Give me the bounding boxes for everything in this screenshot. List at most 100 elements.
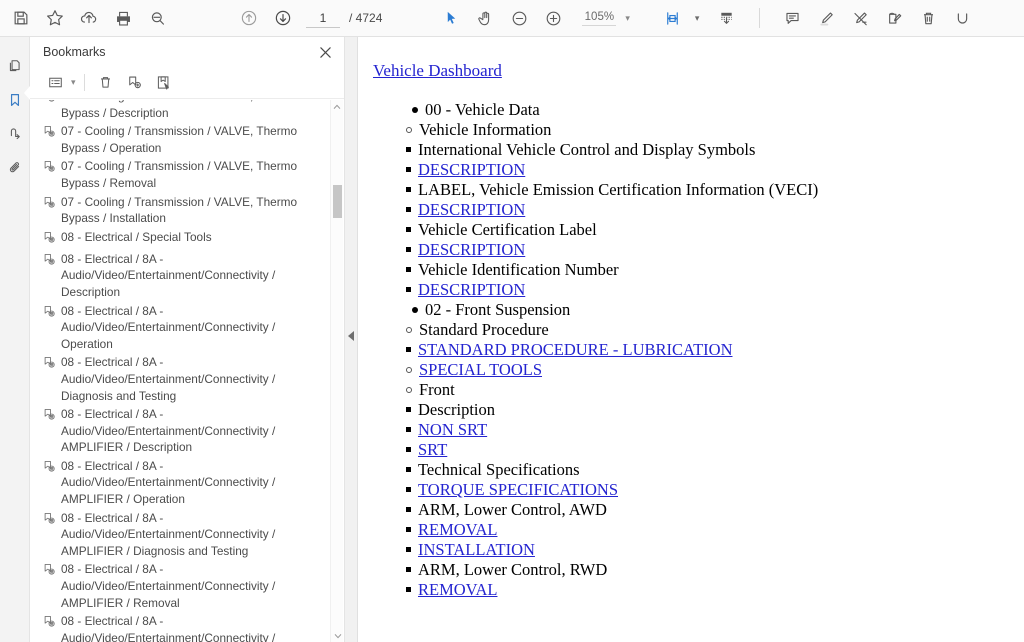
sidebar-item-pages[interactable] (1, 49, 29, 83)
outline-item: DESCRIPTION (372, 160, 1024, 180)
delete-button[interactable] (911, 3, 945, 33)
bookmarks-scrollbar[interactable] (330, 100, 343, 642)
favorite-button[interactable] (38, 3, 72, 33)
bookmark-options-chevron-icon[interactable]: ▾ (71, 78, 76, 87)
list-bullet-icon (406, 567, 411, 572)
bookmark-item[interactable]: 07 - Cooling / Transmission / VALVE, The… (30, 193, 345, 228)
outline-link[interactable]: DESCRIPTION (418, 240, 525, 260)
pan-tool-button[interactable] (468, 3, 502, 33)
outline-sublist: DESCRIPTION (372, 280, 1024, 300)
outline-item: DESCRIPTION (372, 280, 1024, 300)
bookmark-item[interactable]: 08 - Electrical / 8A - Audio/Video/Enter… (30, 560, 345, 612)
page-navigation-group: / 4724 (232, 3, 382, 33)
bookmark-item[interactable]: 08 - Electrical / 8A - Audio/Video/Enter… (30, 612, 345, 642)
outline-sublist: REMOVAL INSTALLATION (372, 520, 1024, 560)
outline-item: STANDARD PROCEDURE - LUBRICATION (372, 340, 1024, 360)
fit-tools-group: ▾ (656, 3, 744, 33)
next-page-button[interactable] (266, 3, 300, 33)
outline-item: ARM, Lower Control, RWD REMOVAL (372, 560, 1024, 600)
fit-chevron-down-icon[interactable]: ▾ (695, 13, 700, 23)
outline-link[interactable]: DESCRIPTION (418, 160, 525, 180)
erase-button[interactable] (843, 3, 877, 33)
outline-link[interactable]: TORQUE SPECIFICATIONS (418, 480, 618, 500)
list-bullet-icon (406, 207, 411, 212)
chevron-down-icon[interactable]: ▾ (625, 13, 630, 23)
bookmark-item[interactable]: 08 - Electrical / 8A - Audio/Video/Enter… (30, 250, 345, 302)
outline-link[interactable]: REMOVAL (418, 520, 497, 540)
outline-item: Description NON SRT SRT (372, 400, 1024, 460)
outline-link[interactable]: REMOVAL (418, 580, 497, 600)
delete-bookmark-button[interactable] (91, 70, 120, 96)
edit-bookmark-button[interactable] (149, 70, 178, 96)
bookmark-page-icon (43, 563, 56, 581)
outline-link[interactable]: SRT (418, 440, 447, 460)
outline-item: Technical Specifications TORQUE SPECIFICA… (372, 460, 1024, 500)
outline-label: International Vehicle Control and Displa… (418, 140, 756, 159)
sidebar-item-attachments[interactable] (1, 151, 29, 185)
bookmark-page-icon (43, 100, 56, 108)
outline-sublist: Vehicle Information International Vehicle… (372, 120, 1024, 300)
outline-item: LABEL, Vehicle Emission Certification In… (372, 180, 1024, 220)
bookmark-item[interactable]: 07 - Cooling / Transmission / VALVE, The… (30, 157, 345, 192)
outline-item: TORQUE SPECIFICATIONS (372, 480, 1024, 500)
outline-label: ARM, Lower Control, RWD (418, 560, 608, 579)
outline-sublist: Description NON SRT SRT Technical Specifica… (372, 400, 1024, 600)
bookmark-item-label: 07 - Cooling / Transmission / VALVE, The… (61, 194, 298, 226)
collapse-panel-button[interactable] (348, 331, 354, 341)
bookmark-item[interactable]: 08 - Electrical / 8A - Audio/Video/Enter… (30, 353, 345, 405)
outline-link[interactable]: DESCRIPTION (418, 200, 525, 220)
bookmark-item[interactable]: 08 - Electrical / 8A - Audio/Video/Enter… (30, 405, 345, 457)
bookmark-item[interactable]: 07 - Cooling / Transmission / VALVE, The… (30, 122, 345, 157)
select-tool-button[interactable] (434, 3, 468, 33)
sign-button[interactable] (877, 3, 911, 33)
zoom-in-button[interactable] (536, 3, 570, 33)
bookmark-item[interactable]: 08 - Electrical / 8A - Audio/Video/Enter… (30, 509, 345, 561)
bookmark-page-icon (43, 196, 56, 214)
list-bullet-icon (406, 267, 411, 272)
zoom-out-button[interactable] (502, 3, 536, 33)
scroll-mode-button[interactable] (709, 3, 743, 33)
outline-label: Vehicle Certification Label (418, 220, 597, 239)
bookmark-page-icon (43, 125, 56, 143)
cloud-upload-button[interactable] (72, 3, 106, 33)
previous-page-button[interactable] (232, 3, 266, 33)
fit-page-button[interactable] (656, 3, 690, 33)
undo-button[interactable] (945, 3, 979, 33)
highlight-button[interactable] (809, 3, 843, 33)
bookmark-item[interactable]: 08 - Electrical / 8A - Audio/Video/Enter… (30, 302, 345, 354)
sidebar-rail (0, 37, 30, 642)
list-bullet-icon (406, 187, 411, 192)
page-title-link[interactable]: Vehicle Dashboard (373, 61, 502, 81)
search-button[interactable] (140, 3, 174, 33)
scroll-up-arrow-icon[interactable] (331, 100, 343, 113)
bookmarks-list[interactable]: 07 - Cooling / Transmission / VALVE, The… (30, 100, 345, 642)
outline-item: Vehicle Information International Vehicle… (372, 120, 1024, 300)
outline-link[interactable]: INSTALLATION (418, 540, 535, 560)
bookmark-page-icon (43, 356, 56, 374)
sidebar-item-signatures[interactable] (1, 117, 29, 151)
print-button[interactable] (106, 3, 140, 33)
bookmark-item[interactable]: 08 - Electrical / Special Tools (30, 228, 345, 250)
page-number-input[interactable] (306, 8, 340, 28)
list-bullet-icon (406, 447, 411, 452)
list-bullet-icon (406, 507, 411, 512)
zoom-level-control[interactable]: 105% ▾ (582, 11, 630, 26)
save-button[interactable] (4, 3, 38, 33)
outline-link[interactable]: DESCRIPTION (418, 280, 525, 300)
outline-link[interactable]: NON SRT (418, 420, 487, 440)
comment-button[interactable] (775, 3, 809, 33)
list-bullet-icon (406, 227, 411, 232)
document-view[interactable]: Vehicle Dashboard 00 - Vehicle Data Vehic… (358, 37, 1024, 642)
scroll-down-arrow-icon[interactable] (331, 629, 344, 642)
bookmark-item[interactable]: 08 - Electrical / 8A - Audio/Video/Enter… (30, 457, 345, 509)
close-icon[interactable] (319, 46, 332, 59)
outline-link[interactable]: STANDARD PROCEDURE - LUBRICATION (418, 340, 732, 360)
outline-link[interactable]: SPECIAL TOOLS (419, 360, 542, 380)
scrollbar-thumb[interactable] (333, 185, 342, 218)
bookmark-item[interactable]: 07 - Cooling / Transmission / VALVE, The… (30, 100, 345, 122)
bookmark-options-button[interactable] (41, 70, 70, 96)
outline-item: NON SRT (372, 420, 1024, 440)
sidebar-item-bookmarks[interactable] (1, 83, 30, 117)
new-bookmark-button[interactable] (120, 70, 149, 96)
bookmark-page-icon (43, 231, 56, 249)
